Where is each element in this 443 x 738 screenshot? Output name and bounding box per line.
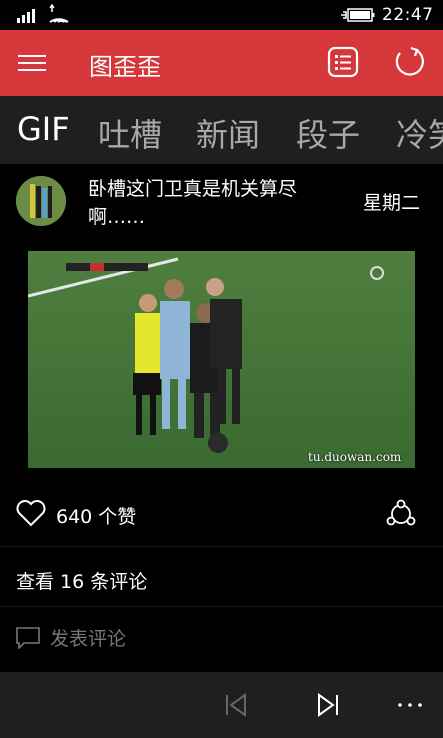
like-row: 640 个赞 (0, 490, 443, 540)
post-gif-image[interactable]: tu.duowan.com (28, 251, 415, 468)
tab-news[interactable]: 新闻 (196, 110, 260, 156)
category-tabs: GIF 吐槽 新闻 段子 冷笑 (0, 96, 443, 164)
view-comments-link[interactable]: 查看 16 条评论 (16, 567, 147, 594)
heart-icon[interactable] (16, 499, 46, 527)
like-count: 640 个赞 (56, 506, 137, 528)
watermark-text: tu.duowan.com (308, 450, 402, 464)
status-bar: 22:47 (0, 0, 443, 30)
post-header: 卧槽这门卫真是机关算尽啊…… 星期二 (0, 164, 443, 250)
app-bar: 图歪歪 (0, 30, 443, 96)
hamburger-menu-icon[interactable] (17, 50, 47, 76)
tab-tucao[interactable]: 吐槽 (98, 110, 162, 156)
tab-gif[interactable]: GIF (17, 110, 70, 148)
divider (0, 546, 443, 547)
app-title: 图歪歪 (89, 53, 161, 81)
battery-charging-icon (341, 8, 375, 22)
comment-icon (16, 627, 40, 649)
next-icon[interactable] (315, 692, 341, 718)
signal-icon (17, 9, 35, 23)
wifi-icon (49, 4, 69, 23)
more-icon[interactable] (396, 692, 424, 718)
refresh-icon[interactable] (392, 45, 426, 79)
post-day: 星期二 (363, 192, 421, 214)
clock-time: 22:47 (382, 5, 434, 25)
post-title[interactable]: 卧槽这门卫真是机关算尽啊…… (88, 175, 350, 231)
tab-cold-jokes[interactable]: 冷笑 (396, 110, 443, 156)
share-icon[interactable] (385, 498, 417, 530)
previous-icon[interactable] (223, 692, 249, 718)
football-scene-image (28, 251, 415, 468)
list-icon[interactable] (326, 45, 360, 79)
bottom-app-bar (0, 672, 443, 738)
tab-jokes[interactable]: 段子 (296, 110, 360, 156)
avatar[interactable] (16, 176, 66, 226)
comment-input[interactable]: 发表评论 (50, 624, 126, 651)
divider (0, 606, 443, 607)
